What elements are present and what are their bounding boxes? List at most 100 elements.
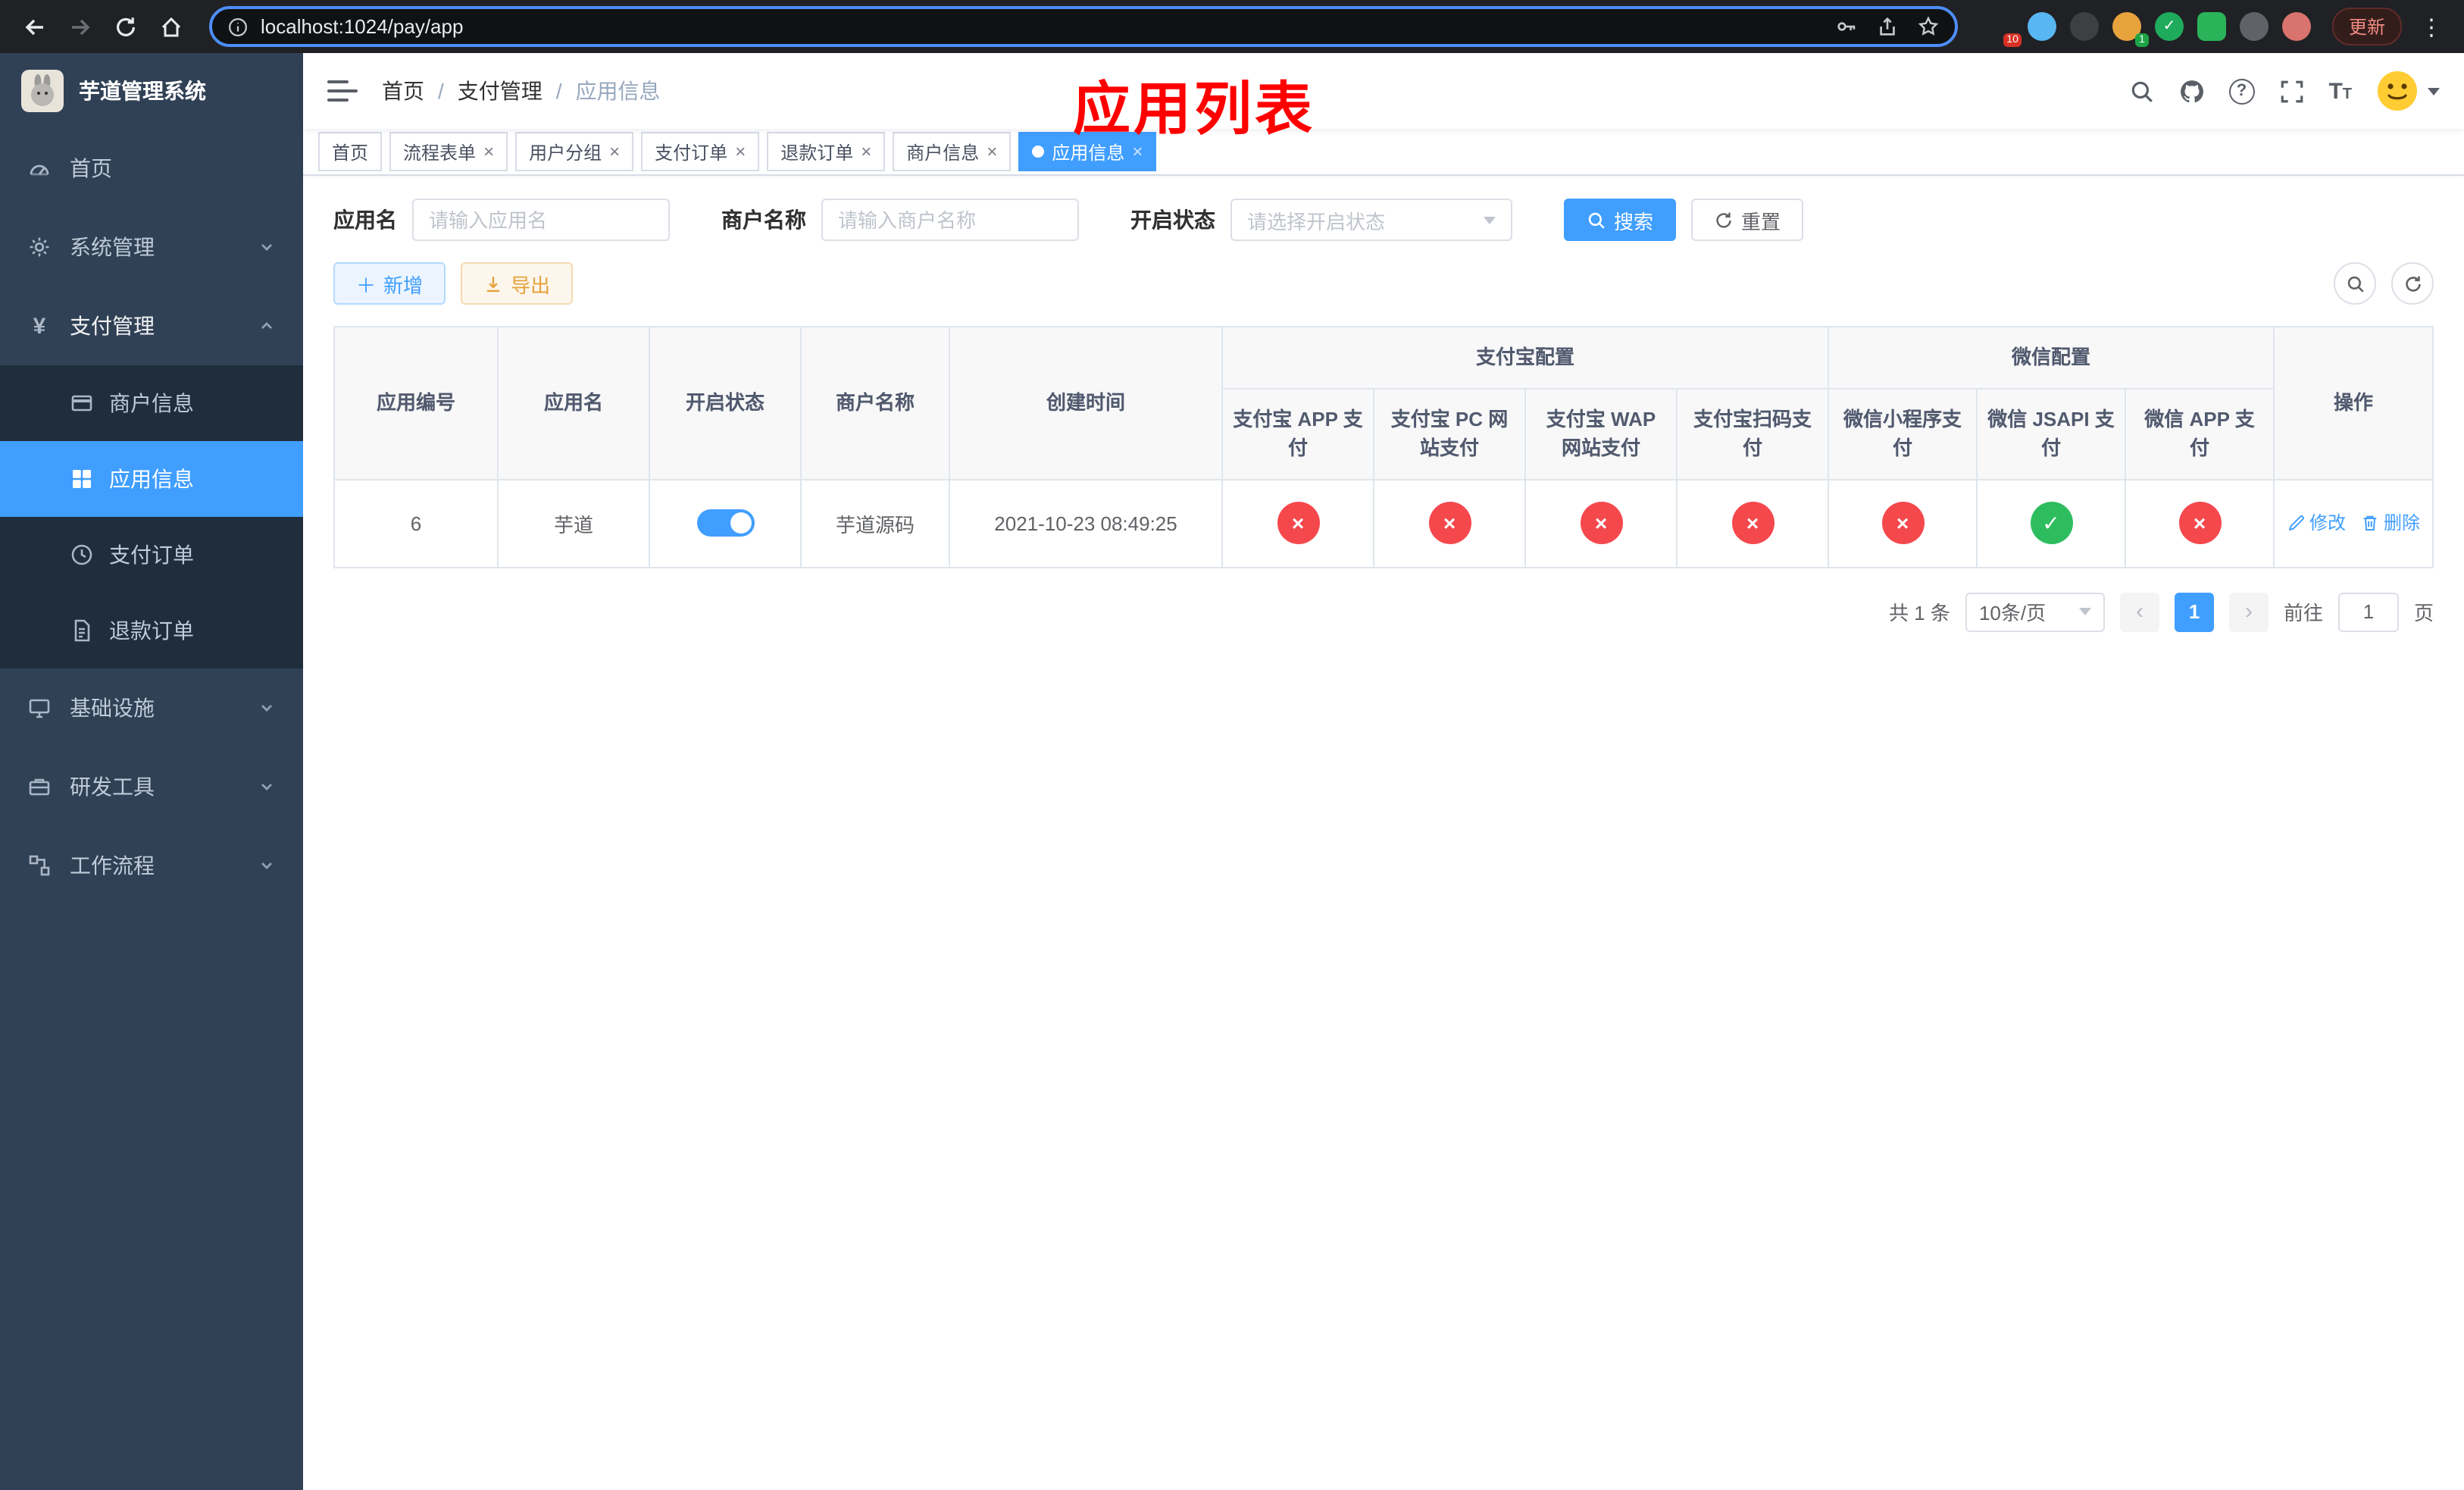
close-icon[interactable]: × — [483, 142, 494, 161]
fullscreen-icon[interactable] — [2278, 78, 2304, 104]
close-icon[interactable]: × — [987, 142, 997, 161]
page-size-select[interactable]: 10条/页 — [1965, 592, 2105, 631]
bankcard-icon — [70, 391, 94, 415]
app-name-input[interactable] — [412, 199, 670, 241]
sidebar: 芋道管理系统 首页 系统管理 ¥ 支付管理 商户信息 应用信息 支付订单 退款订… — [0, 53, 303, 1490]
extension-puzzle-icon[interactable] — [2239, 12, 2269, 41]
col-wx-app: 微信 APP 支付 — [2125, 387, 2275, 480]
user-avatar[interactable] — [2376, 70, 2440, 112]
search-button[interactable]: 搜索 — [1564, 199, 1677, 241]
sidebar-item-infrastructure[interactable]: 基础设施 — [0, 668, 303, 747]
breadcrumb-payment[interactable]: 支付管理 — [458, 76, 543, 106]
close-icon[interactable]: × — [609, 142, 620, 161]
sidebar-item-home[interactable]: 首页 — [0, 129, 303, 208]
breadcrumb-separator: / — [555, 79, 562, 103]
cell-status — [649, 478, 802, 568]
tab-merchant-info[interactable]: 商户信息 × — [893, 132, 1012, 171]
app-logo[interactable]: 芋道管理系统 — [0, 53, 303, 129]
chrome-update-button[interactable]: 更新 — [2331, 8, 2402, 45]
tags-view: 首页 流程表单 × 用户分组 × 支付订单 × 退款订单 × 商户信息 × 应用信息 × — [303, 129, 2464, 176]
pencil-icon — [2288, 515, 2304, 531]
app-title: 芋道管理系统 — [79, 79, 206, 103]
extension-profile-icon[interactable] — [2281, 12, 2311, 41]
bookmark-star-icon[interactable] — [1917, 15, 1940, 38]
next-page-button[interactable]: › — [2228, 592, 2269, 631]
font-size-icon[interactable]: TT — [2328, 78, 2352, 104]
tab-label: 支付订单 — [655, 142, 728, 163]
col-merchant: 商户名称 — [800, 326, 950, 480]
col-alipay-app: 支付宝 APP 支付 — [1221, 387, 1374, 480]
extension-chat-icon[interactable] — [2197, 12, 2226, 41]
sidebar-item-label: 系统管理 — [70, 235, 155, 259]
toggle-search-button[interactable] — [2334, 262, 2376, 305]
extension-drop-icon[interactable] — [2027, 12, 2056, 41]
search-button-label: 搜索 — [1614, 210, 1654, 233]
edit-link[interactable]: 修改 — [2287, 510, 2346, 536]
delete-link[interactable]: 删除 — [2361, 510, 2420, 536]
tab-home[interactable]: 首页 — [318, 132, 383, 171]
avatar-image — [2378, 71, 2417, 111]
toolbox-icon — [27, 775, 52, 799]
close-icon[interactable]: × — [735, 142, 746, 161]
forward-button[interactable] — [61, 7, 100, 46]
status-select[interactable]: 请选择开启状态 — [1230, 199, 1512, 241]
tab-app-info[interactable]: 应用信息 × — [1018, 132, 1157, 171]
sidebar-item-system[interactable]: 系统管理 — [0, 208, 303, 286]
col-actions: 操作 — [2273, 326, 2434, 480]
main-panel: 应用列表 首页 / 支付管理 / 应用信息 ? TT 首页 流程表单 × 用户分… — [303, 53, 2464, 1490]
tab-pay-order[interactable]: 支付订单 × — [641, 132, 760, 171]
chevron-up-icon — [258, 317, 276, 335]
home-icon — [161, 16, 181, 36]
search-icon[interactable] — [2128, 78, 2154, 104]
home-button[interactable] — [152, 7, 191, 46]
col-status: 开启状态 — [649, 326, 802, 480]
sidebar-item-dev-tools[interactable]: 研发工具 — [0, 747, 303, 826]
tab-user-group[interactable]: 用户分组 × — [515, 132, 634, 171]
extension-dark-icon[interactable] — [2069, 12, 2099, 41]
alipay-pc-status-icon: × — [1428, 502, 1471, 544]
sidebar-item-refund-order[interactable]: 退款订单 — [0, 593, 303, 668]
sidebar-item-payment[interactable]: ¥ 支付管理 — [0, 286, 303, 365]
goto-page-input[interactable] — [2337, 592, 2399, 631]
status-toggle[interactable] — [696, 509, 754, 537]
sidebar-item-workflow[interactable]: 工作流程 — [0, 826, 303, 905]
help-icon[interactable]: ? — [2228, 78, 2255, 104]
delete-label: 删除 — [2384, 512, 2421, 534]
chevron-down-icon — [2078, 608, 2091, 615]
breadcrumb-home[interactable]: 首页 — [382, 76, 424, 106]
back-button[interactable] — [15, 7, 55, 46]
page-number-button[interactable]: 1 — [2174, 592, 2214, 631]
close-icon[interactable]: × — [1132, 142, 1143, 161]
chevron-down-icon — [258, 778, 276, 796]
sidebar-item-merchant-info[interactable]: 商户信息 — [0, 365, 303, 441]
share-icon[interactable] — [1876, 15, 1899, 38]
site-info-icon[interactable] — [227, 16, 249, 37]
prev-page-button[interactable]: ‹ — [2119, 592, 2159, 631]
github-icon[interactable] — [2178, 78, 2204, 104]
extension-avatar-icon[interactable]: 1 — [2112, 12, 2149, 47]
page-content: 应用名 商户名称 开启状态 请选择开启状态 搜索 — [303, 176, 2464, 1490]
refresh-button[interactable] — [106, 7, 145, 46]
reset-button[interactable]: 重置 — [1691, 199, 1804, 241]
add-button[interactable]: ＋ 新增 — [333, 262, 446, 305]
sidebar-item-pay-order[interactable]: 支付订单 — [0, 517, 303, 593]
tab-process-form[interactable]: 流程表单 × — [389, 132, 508, 171]
wx-jsapi-status-icon: ✓ — [2030, 502, 2073, 544]
monitor-icon — [27, 696, 52, 720]
export-button[interactable]: 导出 — [461, 262, 574, 305]
password-key-icon[interactable] — [1835, 15, 1858, 38]
tab-label: 应用信息 — [1052, 142, 1125, 163]
chevron-down-icon — [258, 856, 276, 875]
col-group-wechat: 微信配置 — [1828, 326, 2275, 389]
sidebar-item-app-info[interactable]: 应用信息 — [0, 441, 303, 517]
status-label: 开启状态 — [1130, 208, 1215, 232]
close-icon[interactable]: × — [861, 142, 871, 161]
extension-grid-icon[interactable]: 10 — [1985, 12, 2022, 47]
tab-refund-order[interactable]: 退款订单 × — [767, 132, 886, 171]
browser-menu-icon[interactable]: ⋮ — [2414, 13, 2449, 40]
url-bar[interactable]: localhost:1024/pay/app — [209, 6, 1958, 47]
extension-check-icon[interactable]: ✓ — [2154, 12, 2184, 41]
merchant-name-input[interactable] — [821, 199, 1079, 241]
refresh-table-button[interactable] — [2391, 262, 2434, 305]
sidebar-toggle-icon[interactable] — [327, 80, 358, 102]
